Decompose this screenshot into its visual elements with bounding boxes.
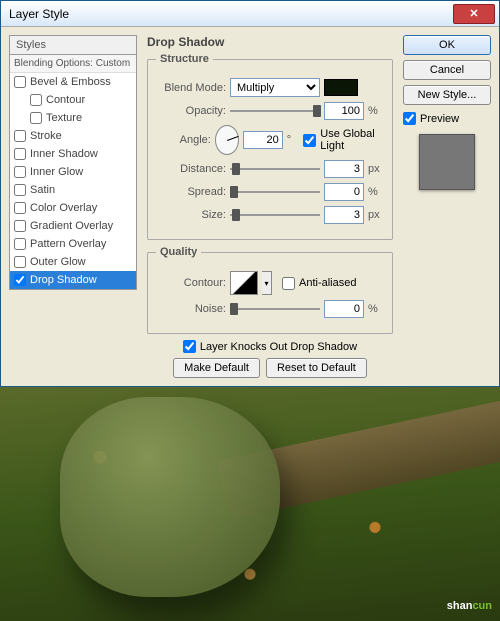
- style-checkbox[interactable]: [14, 238, 26, 250]
- opacity-label: Opacity:: [156, 105, 226, 117]
- knockout-checkbox[interactable]: [183, 340, 196, 353]
- style-checkbox[interactable]: [14, 166, 26, 178]
- style-checkbox[interactable]: [14, 148, 26, 160]
- size-slider[interactable]: [230, 208, 320, 222]
- noise-unit: %: [368, 303, 384, 315]
- contour-swatch[interactable]: [230, 271, 258, 295]
- opacity-unit: %: [368, 105, 384, 117]
- style-label: Pattern Overlay: [30, 238, 106, 250]
- cancel-button[interactable]: Cancel: [403, 60, 491, 80]
- style-item-gradient-overlay[interactable]: Gradient Overlay: [10, 217, 136, 235]
- noise-label: Noise:: [156, 303, 226, 315]
- close-button[interactable]: ✕: [453, 4, 495, 24]
- opacity-slider[interactable]: [230, 104, 320, 118]
- ok-button[interactable]: OK: [403, 35, 491, 55]
- shadow-color-swatch[interactable]: [324, 79, 358, 96]
- dialog-title: Layer Style: [9, 7, 69, 21]
- contour-dropdown[interactable]: ▾: [262, 271, 272, 295]
- style-item-drop-shadow[interactable]: Drop Shadow: [10, 271, 136, 289]
- spread-slider[interactable]: [230, 185, 320, 199]
- style-item-texture[interactable]: Texture: [10, 109, 136, 127]
- opacity-input[interactable]: [324, 102, 364, 120]
- style-checkbox[interactable]: [14, 202, 26, 214]
- blendmode-label: Blend Mode:: [156, 82, 226, 94]
- reset-default-button[interactable]: Reset to Default: [266, 358, 367, 378]
- watermark: shancun: [447, 589, 492, 615]
- styles-panel: Styles Blending Options: Custom Bevel & …: [9, 35, 137, 378]
- distance-unit: px: [368, 163, 384, 175]
- styles-header[interactable]: Styles: [9, 35, 137, 55]
- angle-unit: °: [287, 134, 300, 146]
- angle-input[interactable]: [243, 131, 283, 149]
- canvas-preview: shancun: [0, 387, 500, 621]
- antialiased-checkbox[interactable]: [282, 277, 295, 290]
- contour-label: Contour:: [156, 277, 226, 289]
- titlebar[interactable]: Layer Style ✕: [1, 1, 499, 27]
- styles-list: Blending Options: Custom Bevel & Emboss C…: [9, 55, 137, 290]
- style-item-outer-glow[interactable]: Outer Glow: [10, 253, 136, 271]
- size-input[interactable]: [324, 206, 364, 224]
- style-label: Texture: [46, 112, 82, 124]
- puzzle-piece-shape: [60, 397, 280, 597]
- style-label: Bevel & Emboss: [30, 76, 111, 88]
- angle-label: Angle:: [156, 134, 211, 146]
- spread-input[interactable]: [324, 183, 364, 201]
- style-item-pattern-overlay[interactable]: Pattern Overlay: [10, 235, 136, 253]
- new-style-button[interactable]: New Style...: [403, 85, 491, 105]
- noise-input[interactable]: [324, 300, 364, 318]
- layer-style-dialog: Layer Style ✕ Styles Blending Options: C…: [0, 0, 500, 387]
- size-label: Size:: [156, 209, 226, 221]
- style-checkbox[interactable]: [14, 256, 26, 268]
- distance-input[interactable]: [324, 160, 364, 178]
- style-label: Stroke: [30, 130, 62, 142]
- style-checkbox[interactable]: [14, 130, 26, 142]
- style-label: Inner Glow: [30, 166, 83, 178]
- preview-thumbnail: [419, 134, 475, 190]
- style-label: Color Overlay: [30, 202, 97, 214]
- style-checkbox[interactable]: [30, 94, 42, 106]
- global-light-checkbox[interactable]: [303, 134, 316, 147]
- style-checkbox[interactable]: [14, 220, 26, 232]
- style-item-color-overlay[interactable]: Color Overlay: [10, 199, 136, 217]
- make-default-button[interactable]: Make Default: [173, 358, 260, 378]
- style-item-contour[interactable]: Contour: [10, 91, 136, 109]
- style-checkbox[interactable]: [14, 76, 26, 88]
- style-item-bevel-emboss[interactable]: Bevel & Emboss: [10, 73, 136, 91]
- style-item-stroke[interactable]: Stroke: [10, 127, 136, 145]
- style-checkbox[interactable]: [14, 274, 26, 286]
- style-checkbox[interactable]: [30, 112, 42, 124]
- panel-title: Drop Shadow: [147, 35, 393, 49]
- angle-dial[interactable]: [215, 125, 239, 155]
- right-buttons: OK Cancel New Style... Preview: [403, 35, 491, 378]
- size-unit: px: [368, 209, 384, 221]
- quality-legend: Quality: [156, 246, 201, 258]
- blendmode-select[interactable]: Multiply: [230, 78, 320, 97]
- quality-group: Quality Contour: ▾ Anti-aliased Noise: %: [147, 246, 393, 334]
- blending-options-row[interactable]: Blending Options: Custom: [10, 55, 136, 73]
- antialiased-label: Anti-aliased: [299, 277, 356, 289]
- style-label: Inner Shadow: [30, 148, 98, 160]
- style-item-inner-glow[interactable]: Inner Glow: [10, 163, 136, 181]
- knockout-label: Layer Knocks Out Drop Shadow: [200, 341, 357, 353]
- settings-panel: Drop Shadow Structure Blend Mode: Multip…: [141, 35, 399, 378]
- style-label: Gradient Overlay: [30, 220, 113, 232]
- structure-group: Structure Blend Mode: Multiply Opacity: …: [147, 53, 393, 240]
- style-label: Satin: [30, 184, 55, 196]
- global-light-label: Use Global Light: [320, 128, 384, 152]
- spread-unit: %: [368, 186, 384, 198]
- preview-label: Preview: [420, 113, 459, 125]
- spread-label: Spread:: [156, 186, 226, 198]
- close-icon: ✕: [469, 7, 478, 20]
- structure-legend: Structure: [156, 53, 213, 65]
- distance-label: Distance:: [156, 163, 226, 175]
- style-label: Outer Glow: [30, 256, 86, 268]
- distance-slider[interactable]: [230, 162, 320, 176]
- style-checkbox[interactable]: [14, 184, 26, 196]
- style-item-satin[interactable]: Satin: [10, 181, 136, 199]
- style-label: Contour: [46, 94, 85, 106]
- noise-slider[interactable]: [230, 302, 320, 316]
- style-label: Drop Shadow: [30, 274, 97, 286]
- preview-checkbox[interactable]: [403, 112, 416, 125]
- style-item-inner-shadow[interactable]: Inner Shadow: [10, 145, 136, 163]
